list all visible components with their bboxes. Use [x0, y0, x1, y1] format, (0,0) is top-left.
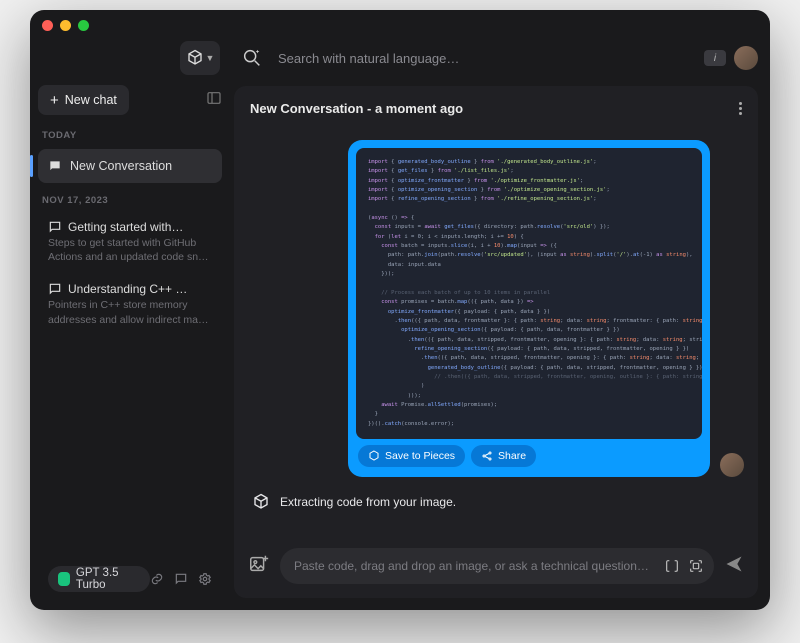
sidebar-item-label: Understanding C++ … [68, 282, 187, 296]
minimize-icon[interactable] [60, 20, 71, 31]
status-row: Extracting code from your image. [248, 487, 744, 511]
settings-icon[interactable] [198, 572, 212, 586]
search-input[interactable]: Search with natural language… [278, 41, 696, 75]
scan-icon[interactable] [688, 558, 704, 574]
close-icon[interactable] [42, 20, 53, 31]
conversation-panel: New Conversation - a moment ago import {… [234, 86, 758, 598]
section-date: NOV 17, 2023 [38, 187, 222, 210]
more-button[interactable] [739, 102, 742, 115]
sidebar-item-label: New Conversation [70, 159, 172, 173]
chat-small-icon[interactable] [174, 572, 188, 586]
sidebar-item-desc: Steps to get started with GitHub Actions… [48, 236, 212, 264]
conversation-body: import { generated_body_outline } from '… [234, 130, 758, 538]
sparkle-search-icon [241, 47, 263, 69]
model-label: GPT 3.5 Turbo [76, 567, 140, 591]
avatar[interactable] [734, 46, 758, 70]
cube-icon [186, 49, 204, 67]
chevron-down-icon: ▼ [206, 53, 215, 63]
brackets-icon[interactable] [664, 558, 680, 574]
compose-input[interactable]: Paste code, drag and drop an image, or a… [280, 548, 714, 584]
sidebar-item-understanding-cpp[interactable]: Understanding C++ … Pointers in C++ stor… [38, 276, 222, 334]
save-label: Save to Pieces [385, 450, 455, 462]
user-avatar [720, 453, 744, 477]
section-today: TODAY [38, 122, 222, 145]
conversation-header: New Conversation - a moment ago [234, 86, 758, 130]
save-icon [368, 450, 380, 462]
attach-image-button[interactable] [248, 553, 270, 580]
cube-icon [252, 493, 270, 511]
save-to-pieces-button[interactable]: Save to Pieces [358, 445, 465, 467]
info-badge[interactable]: i [704, 50, 726, 66]
message-row: import { generated_body_outline } from '… [248, 140, 744, 477]
chat-icon [48, 220, 62, 234]
plus-icon: + [50, 92, 59, 109]
sidebar-item-desc: Pointers in C++ store memory addresses a… [48, 298, 212, 326]
code-snippet: import { generated_body_outline } from '… [356, 148, 702, 439]
titlebar [30, 10, 770, 32]
app-window: ▼ + New chat TODAY New Conversation NOV … [30, 10, 770, 610]
send-icon [724, 554, 744, 574]
send-button[interactable] [724, 554, 744, 579]
new-chat-button[interactable]: + New chat [38, 85, 129, 115]
sparkle-search-button[interactable] [234, 41, 270, 75]
context-picker-button[interactable]: ▼ [180, 41, 220, 75]
sidebar-item-new-conversation[interactable]: New Conversation [38, 149, 222, 183]
code-attachment-card: import { generated_body_outline } from '… [348, 140, 710, 477]
sidebar-item-getting-started[interactable]: Getting started with… Steps to get start… [38, 214, 222, 272]
maximize-icon[interactable] [78, 20, 89, 31]
status-text: Extracting code from your image. [280, 495, 456, 509]
sidebar-item-label: Getting started with… [68, 220, 183, 234]
image-plus-icon [248, 553, 270, 575]
compose-placeholder: Paste code, drag and drop an image, or a… [294, 559, 664, 573]
compose-row: Paste code, drag and drop an image, or a… [234, 538, 758, 598]
sidebar-footer: GPT 3.5 Turbo [38, 560, 222, 598]
share-button[interactable]: Share [471, 445, 536, 467]
link-icon[interactable] [150, 572, 164, 586]
share-label: Share [498, 450, 526, 462]
panel-icon [206, 90, 222, 106]
search-bar: Search with natural language… i [234, 38, 758, 78]
toggle-panel-button[interactable] [206, 90, 222, 111]
model-logo-icon [58, 572, 70, 586]
conversation-title: New Conversation - a moment ago [250, 101, 463, 116]
model-selector[interactable]: GPT 3.5 Turbo [48, 566, 150, 592]
chat-icon [48, 282, 62, 296]
chat-icon [48, 159, 62, 173]
new-chat-label: New chat [65, 93, 117, 107]
main-column: Search with natural language… i New Conv… [230, 32, 770, 610]
share-icon [481, 450, 493, 462]
sidebar: ▼ + New chat TODAY New Conversation NOV … [30, 32, 230, 610]
